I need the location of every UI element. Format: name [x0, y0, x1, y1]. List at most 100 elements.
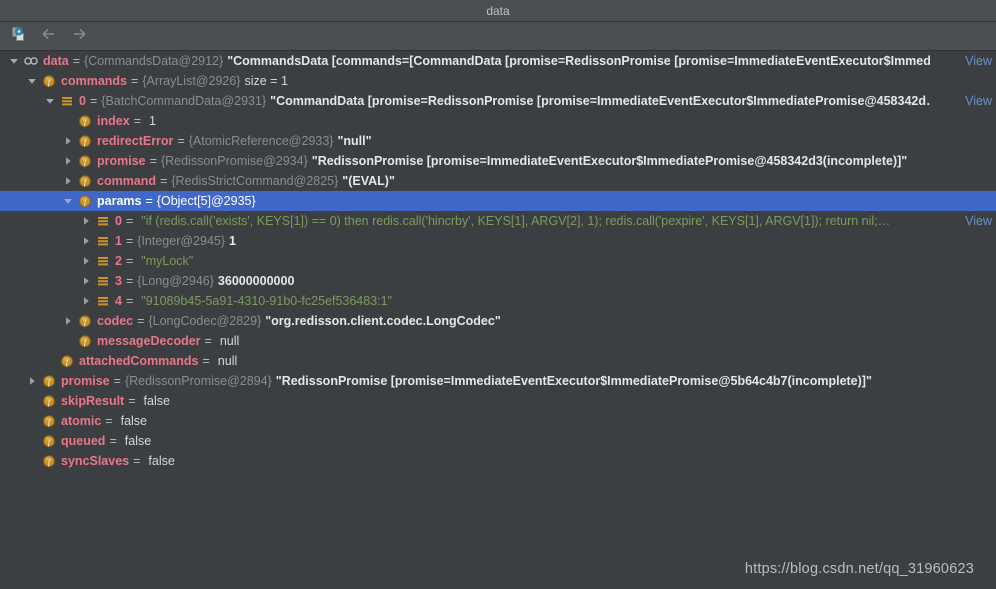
field-icon: f	[76, 174, 94, 188]
tree-row-type: {AtomicReference@2933}	[188, 134, 334, 148]
tree-row-content: f command = {RedisStrictCommand@2825} "(EVAL…	[0, 171, 395, 191]
tree-row-name: atomic	[61, 414, 102, 428]
tree-row[interactable]: f redirectError = {AtomicReference@2933} "nu…	[0, 131, 996, 151]
variables-tree[interactable]: data = {CommandsData@2912} "CommandsData [c…	[0, 51, 996, 589]
tree-row-value: 1	[229, 234, 236, 248]
field-icon: f	[76, 114, 94, 128]
tree-row-equals: =	[145, 194, 153, 208]
view-link[interactable]: View	[965, 51, 992, 71]
window-title: data	[486, 3, 510, 18]
view-link[interactable]: View	[965, 211, 992, 231]
tree-row-content: 4 = "91089b45-5a91-4310-91b0-fc25ef536483:…	[0, 291, 392, 311]
array-element-icon	[94, 214, 112, 228]
back-button[interactable]	[36, 24, 62, 48]
tree-row-name: index	[97, 114, 130, 128]
tree-row[interactable]: f command = {RedisStrictCommand@2825} "(EVAL…	[0, 171, 996, 191]
tree-row[interactable]: f queued = false	[0, 431, 996, 451]
tree-row-name: data	[43, 54, 69, 68]
tree-row-value: "myLock"	[141, 254, 194, 268]
tree-row[interactable]: f atomic = false	[0, 411, 996, 431]
tree-row[interactable]: f params = {Object[5]@2935}	[0, 191, 996, 211]
tree-row-equals: =	[160, 174, 168, 188]
tree-row[interactable]: 2 = "myLock"	[0, 251, 996, 271]
tree-row[interactable]: f skipResult = false	[0, 391, 996, 411]
tree-row-equals: =	[204, 334, 212, 348]
tree-row[interactable]: 0 = "if (redis.call('exists', KEYS[1]) == …	[0, 211, 996, 231]
field-icon: f	[76, 194, 94, 208]
tree-row-content: f codec = {LongCodec@2829} "org.redisson.cli…	[0, 311, 501, 331]
tree-row[interactable]: f attachedCommands = null	[0, 351, 996, 371]
tree-row-value: "RedissonPromise [promise=ImmediateEvent…	[311, 154, 908, 168]
tree-row-value: "CommandsData [commands=[CommandData [pr…	[227, 54, 930, 68]
back-arrow-icon	[40, 25, 58, 48]
tree-row-equals: =	[149, 154, 157, 168]
tree-row-value: 1	[148, 114, 156, 128]
tree-row-content: 0 = "if (redis.call('exists', KEYS[1]) == …	[0, 211, 890, 231]
tree-row[interactable]: f promise = {RedissonPromise@2894} "Redisson…	[0, 371, 996, 391]
tree-row-content: 0 = {BatchCommandData@2931} "CommandData [p…	[0, 91, 930, 111]
tree-row-value: "if (redis.call('exists', KEYS[1]) == 0)…	[141, 214, 891, 228]
tree-row[interactable]: f syncSlaves = false	[0, 451, 996, 471]
chevron-down-icon[interactable]	[60, 196, 76, 206]
tree-row-content: f atomic = false	[0, 411, 147, 431]
array-element-icon	[58, 94, 76, 108]
tree-row-name: queued	[61, 434, 106, 448]
tree-row[interactable]: f index = 1	[0, 111, 996, 131]
tree-row[interactable]: 3 = {Long@2946} 36000000000	[0, 271, 996, 291]
chevron-down-icon[interactable]	[24, 76, 40, 86]
view-link[interactable]: View	[965, 91, 992, 111]
forward-arrow-icon	[70, 25, 88, 48]
tree-row-type: {ArrayList@2926}	[142, 74, 241, 88]
forward-button[interactable]	[66, 24, 92, 48]
chevron-right-icon[interactable]	[78, 256, 94, 266]
tree-row-equals: =	[125, 234, 134, 248]
tree-row-value: false	[120, 414, 148, 428]
tree-row-equals: =	[109, 434, 117, 448]
chevron-right-icon[interactable]	[60, 156, 76, 166]
tree-row[interactable]: f promise = {RedissonPromise@2934} "Redisson…	[0, 151, 996, 171]
tree-row-equals: =	[177, 134, 185, 148]
tree-row-value: "org.redisson.client.codec.LongCodec"	[265, 314, 501, 328]
tree-row-type: {BatchCommandData@2931}	[101, 94, 267, 108]
tree-row-content: 2 = "myLock"	[0, 251, 193, 271]
tree-row-equals: =	[125, 274, 134, 288]
tree-row-content: f redirectError = {AtomicReference@2933} "nu…	[0, 131, 372, 151]
tree-row-content: f promise = {RedissonPromise@2934} "Redisson…	[0, 151, 907, 171]
tree-row[interactable]: f messageDecoder = null	[0, 331, 996, 351]
tree-row-value: false	[143, 394, 170, 408]
tree-row-equals: =	[89, 94, 98, 108]
tree-row-equals: =	[113, 374, 121, 388]
tree-row-equals: =	[202, 354, 210, 368]
tree-row-content: f queued = false	[0, 431, 151, 451]
tree-row[interactable]: data = {CommandsData@2912} "CommandsData [c…	[0, 51, 996, 71]
chevron-right-icon[interactable]	[78, 276, 94, 286]
chevron-right-icon[interactable]	[78, 296, 94, 306]
evaluate-expression-button[interactable]	[6, 24, 32, 48]
tree-row-value: false	[124, 434, 152, 448]
chevron-right-icon[interactable]	[78, 216, 94, 226]
field-icon: f	[40, 374, 58, 388]
tree-row-type: {LongCodec@2829}	[148, 314, 262, 328]
tree-row-name: 0	[79, 94, 86, 108]
array-element-icon	[94, 294, 112, 308]
chevron-right-icon[interactable]	[78, 236, 94, 246]
tree-row[interactable]: f commands = {ArrayList@2926} size = 1	[0, 71, 996, 91]
chevron-right-icon[interactable]	[60, 136, 76, 146]
field-icon: f	[40, 394, 58, 408]
tree-row[interactable]: 0 = {BatchCommandData@2931} "CommandData [p…	[0, 91, 996, 111]
array-element-icon	[94, 254, 112, 268]
tree-row[interactable]: 4 = "91089b45-5a91-4310-91b0-fc25ef536483:…	[0, 291, 996, 311]
chevron-right-icon[interactable]	[60, 316, 76, 326]
tree-row-value: false	[148, 454, 175, 468]
window-titlebar: data	[0, 0, 996, 22]
chevron-right-icon[interactable]	[24, 376, 40, 386]
tree-row-name: promise	[97, 154, 146, 168]
tree-row-value: null	[219, 334, 240, 348]
chevron-right-icon[interactable]	[60, 176, 76, 186]
tree-row[interactable]: 1 = {Integer@2945} 1	[0, 231, 996, 251]
chevron-down-icon[interactable]	[42, 96, 58, 106]
tree-row[interactable]: f codec = {LongCodec@2829} "org.redisson.cli…	[0, 311, 996, 331]
tree-row-content: 1 = {Integer@2945} 1	[0, 231, 236, 251]
chevron-down-icon[interactable]	[6, 56, 22, 66]
tree-row-name: codec	[97, 314, 134, 328]
